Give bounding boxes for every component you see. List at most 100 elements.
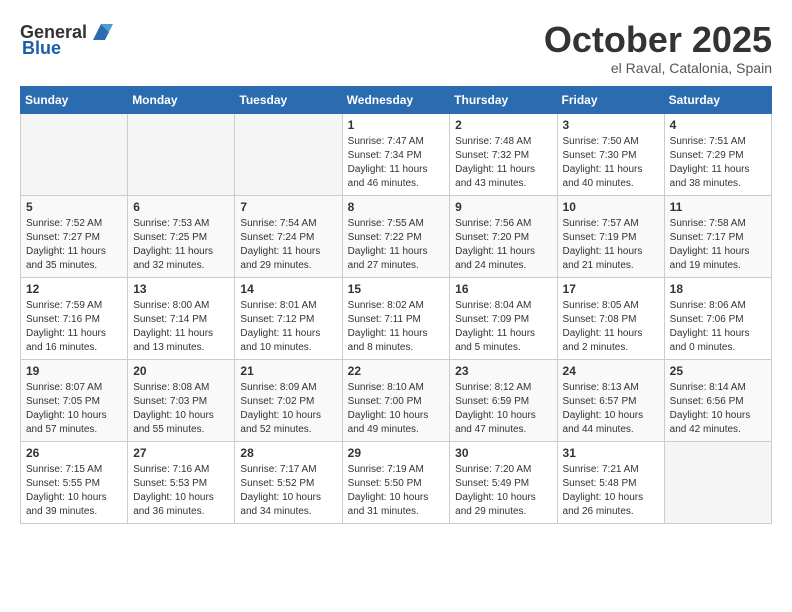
day-info: Sunrise: 7:51 AMSunset: 7:29 PMDaylight:… [670,135,766,191]
calendar-cell: 3 Sunrise: 7:50 AMSunset: 7:30 PMDaylight… [557,113,664,195]
header-saturday: Saturday [664,86,771,113]
calendar-cell: 5 Sunrise: 7:52 AMSunset: 7:27 PMDaylight… [21,195,128,277]
calendar-cell: 10Sunrise: 7:57 AMSunset: 7:19 PMDayligh… [557,195,664,277]
day-info: Sunrise: 8:10 AMSunset: 7:00 PMDaylight:… [348,381,445,437]
month-title: October 2025 [544,20,772,60]
calendar-week-row: 19 Sunrise: 8:07 AMSunset: 7:05 PMDayligh… [21,359,772,441]
calendar-cell: 17 Sunrise: 8:05 AMSunset: 7:08 PMDayligh… [557,277,664,359]
calendar-week-row: 12 Sunrise: 7:59 AMSunset: 7:16 PMDayligh… [21,277,772,359]
calendar-cell: 14 Sunrise: 8:01 AMSunset: 7:12 PMDayligh… [235,277,342,359]
day-number: 25 [670,364,766,378]
day-number: 18 [670,282,766,296]
day-info: Sunrise: 8:07 AMSunset: 7:05 PMDaylight:… [26,381,122,437]
calendar-cell: 26 Sunrise: 7:15 AMSunset: 5:55 PMDayligh… [21,441,128,523]
calendar-cell: 6 Sunrise: 7:53 AMSunset: 7:25 PMDaylight… [128,195,235,277]
calendar-cell [235,113,342,195]
header-wednesday: Wednesday [342,86,450,113]
calendar-cell: 23 Sunrise: 8:12 AMSunset: 6:59 PMDayligh… [450,359,557,441]
day-number: 5 [26,200,122,214]
day-number: 1 [348,118,445,132]
calendar-cell [664,441,771,523]
day-info: Sunrise: 7:15 AMSunset: 5:55 PMDaylight:… [26,463,122,519]
day-info: Sunrise: 7:47 AMSunset: 7:34 PMDaylight:… [348,135,445,191]
calendar-cell: 13Sunrise: 8:00 AMSunset: 7:14 PMDayligh… [128,277,235,359]
day-info: Sunrise: 7:54 AMSunset: 7:24 PMDaylight:… [240,217,336,273]
day-info: Sunrise: 7:56 AMSunset: 7:20 PMDaylight:… [455,217,551,273]
logo-icon [89,20,113,44]
header-monday: Monday [128,86,235,113]
day-number: 17 [563,282,659,296]
day-number: 4 [670,118,766,132]
day-number: 9 [455,200,551,214]
day-info: Sunrise: 8:01 AMSunset: 7:12 PMDaylight:… [240,299,336,355]
calendar-cell: 27 Sunrise: 7:16 AMSunset: 5:53 PMDayligh… [128,441,235,523]
title-section: October 2025 el Raval, Catalonia, Spain [544,20,772,76]
day-info: Sunrise: 8:08 AMSunset: 7:03 PMDaylight:… [133,381,229,437]
day-number: 7 [240,200,336,214]
day-info: Sunrise: 7:50 AMSunset: 7:30 PMDaylight:… [563,135,659,191]
day-number: 12 [26,282,122,296]
calendar-week-row: 5 Sunrise: 7:52 AMSunset: 7:27 PMDaylight… [21,195,772,277]
calendar-cell: 25Sunrise: 8:14 AMSunset: 6:56 PMDayligh… [664,359,771,441]
calendar-cell [21,113,128,195]
calendar-cell: 21 Sunrise: 8:09 AMSunset: 7:02 PMDayligh… [235,359,342,441]
calendar-cell: 16Sunrise: 8:04 AMSunset: 7:09 PMDayligh… [450,277,557,359]
day-info: Sunrise: 7:20 AMSunset: 5:49 PMDaylight:… [455,463,551,519]
header-tuesday: Tuesday [235,86,342,113]
location: el Raval, Catalonia, Spain [544,60,772,76]
day-number: 11 [670,200,766,214]
day-number: 26 [26,446,122,460]
day-info: Sunrise: 7:16 AMSunset: 5:53 PMDaylight:… [133,463,229,519]
day-number: 28 [240,446,336,460]
day-info: Sunrise: 7:55 AMSunset: 7:22 PMDaylight:… [348,217,445,273]
day-info: Sunrise: 8:05 AMSunset: 7:08 PMDaylight:… [563,299,659,355]
day-number: 27 [133,446,229,460]
day-number: 2 [455,118,551,132]
day-number: 6 [133,200,229,214]
day-info: Sunrise: 7:52 AMSunset: 7:27 PMDaylight:… [26,217,122,273]
calendar-cell: 29 Sunrise: 7:19 AMSunset: 5:50 PMDayligh… [342,441,450,523]
calendar-cell: 18 Sunrise: 8:06 AMSunset: 7:06 PMDayligh… [664,277,771,359]
day-info: Sunrise: 7:53 AMSunset: 7:25 PMDaylight:… [133,217,229,273]
calendar-cell: 8Sunrise: 7:55 AMSunset: 7:22 PMDaylight… [342,195,450,277]
calendar-cell: 11Sunrise: 7:58 AMSunset: 7:17 PMDayligh… [664,195,771,277]
day-number: 21 [240,364,336,378]
day-info: Sunrise: 8:09 AMSunset: 7:02 PMDaylight:… [240,381,336,437]
calendar-cell: 24 Sunrise: 8:13 AMSunset: 6:57 PMDayligh… [557,359,664,441]
day-number: 30 [455,446,551,460]
calendar-table: Sunday Monday Tuesday Wednesday Thursday… [20,86,772,524]
header-thursday: Thursday [450,86,557,113]
day-number: 23 [455,364,551,378]
day-info: Sunrise: 7:17 AMSunset: 5:52 PMDaylight:… [240,463,336,519]
calendar-cell: 7 Sunrise: 7:54 AMSunset: 7:24 PMDaylight… [235,195,342,277]
day-number: 15 [348,282,445,296]
logo-blue: Blue [22,38,61,59]
day-info: Sunrise: 8:12 AMSunset: 6:59 PMDaylight:… [455,381,551,437]
calendar-cell [128,113,235,195]
weekday-header-row: Sunday Monday Tuesday Wednesday Thursday… [21,86,772,113]
day-number: 19 [26,364,122,378]
calendar-cell: 9 Sunrise: 7:56 AMSunset: 7:20 PMDaylight… [450,195,557,277]
calendar-cell: 12 Sunrise: 7:59 AMSunset: 7:16 PMDayligh… [21,277,128,359]
calendar-cell: 30 Sunrise: 7:20 AMSunset: 5:49 PMDayligh… [450,441,557,523]
day-number: 3 [563,118,659,132]
day-info: Sunrise: 8:06 AMSunset: 7:06 PMDaylight:… [670,299,766,355]
calendar-cell: 20 Sunrise: 8:08 AMSunset: 7:03 PMDayligh… [128,359,235,441]
logo: General Blue [20,20,113,59]
day-number: 16 [455,282,551,296]
day-info: Sunrise: 7:19 AMSunset: 5:50 PMDaylight:… [348,463,445,519]
calendar-cell: 4 Sunrise: 7:51 AMSunset: 7:29 PMDaylight… [664,113,771,195]
header-sunday: Sunday [21,86,128,113]
day-number: 29 [348,446,445,460]
day-number: 14 [240,282,336,296]
calendar-week-row: 26 Sunrise: 7:15 AMSunset: 5:55 PMDayligh… [21,441,772,523]
day-info: Sunrise: 8:13 AMSunset: 6:57 PMDaylight:… [563,381,659,437]
day-number: 24 [563,364,659,378]
calendar-cell: 31Sunrise: 7:21 AMSunset: 5:48 PMDayligh… [557,441,664,523]
day-info: Sunrise: 8:00 AMSunset: 7:14 PMDaylight:… [133,299,229,355]
calendar-cell: 22Sunrise: 8:10 AMSunset: 7:00 PMDayligh… [342,359,450,441]
day-info: Sunrise: 7:59 AMSunset: 7:16 PMDaylight:… [26,299,122,355]
calendar-cell: 19 Sunrise: 8:07 AMSunset: 7:05 PMDayligh… [21,359,128,441]
day-number: 20 [133,364,229,378]
day-info: Sunrise: 7:57 AMSunset: 7:19 PMDaylight:… [563,217,659,273]
